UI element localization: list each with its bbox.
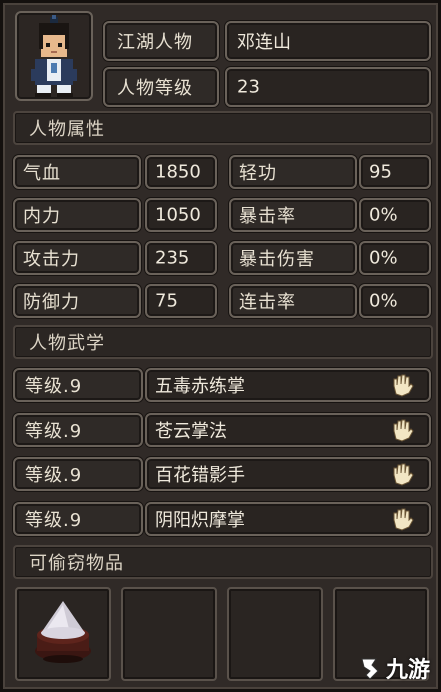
- level-label-box: 人物等级: [103, 67, 219, 107]
- attr-label-crit-rate: 暴击率: [239, 206, 296, 227]
- attr-label-inner-power: 内力: [23, 206, 61, 227]
- skill-row[interactable]: 阴阳炽摩掌: [145, 502, 431, 536]
- skill-name: 百花错影手: [155, 465, 245, 486]
- attr-label-box: 内力: [13, 198, 141, 232]
- character-avatar: [15, 11, 93, 101]
- attr-value-box: 0%: [359, 198, 431, 232]
- attr-label-crit-damage: 暴击伤害: [239, 249, 315, 270]
- attr-value-box: 75: [145, 284, 217, 318]
- attr-label-defense: 防御力: [23, 292, 80, 313]
- skill-level-box: 等级.9: [13, 457, 143, 491]
- attr-label-box: 气血: [13, 155, 141, 189]
- martial-section-title: 人物武学: [29, 333, 105, 354]
- attributes-section-header: 人物属性: [13, 111, 433, 145]
- steal-section-header: 可偷窃物品: [13, 545, 433, 579]
- attr-label-box: 连击率: [229, 284, 357, 318]
- attr-value-box: 0%: [359, 241, 431, 275]
- attr-label-box: 防御力: [13, 284, 141, 318]
- palm-icon: [393, 508, 414, 531]
- palm-icon: [393, 463, 414, 486]
- character-portrait-icon: [31, 15, 77, 97]
- attr-value-box: 235: [145, 241, 217, 275]
- skill-row[interactable]: 苍云掌法: [145, 413, 431, 447]
- attr-value-inner-power: 1050: [155, 204, 201, 226]
- attr-value-box: 95: [359, 155, 431, 189]
- attr-value-attack: 235: [155, 247, 190, 269]
- attr-label-hp: 气血: [23, 163, 61, 184]
- attr-value-crit-rate: 0%: [369, 204, 398, 226]
- attr-label-agility: 轻功: [239, 163, 277, 184]
- skill-name: 苍云掌法: [155, 421, 227, 442]
- skill-name: 阴阳炽摩掌: [155, 510, 245, 531]
- jiuyou-logo-icon: [361, 658, 379, 680]
- martial-section-header: 人物武学: [13, 325, 433, 359]
- steal-item-slot[interactable]: [15, 587, 111, 681]
- level-label: 人物等级: [117, 78, 193, 99]
- skill-level-box: 等级.9: [13, 502, 143, 536]
- skill-row[interactable]: 百花错影手: [145, 457, 431, 491]
- attr-label-box: 轻功: [229, 155, 357, 189]
- skill-row[interactable]: 五毒赤练掌: [145, 368, 431, 402]
- attr-label-combo-rate: 连击率: [239, 292, 296, 313]
- name-label-box: 江湖人物: [103, 21, 219, 61]
- skill-level: 等级.9: [25, 465, 83, 486]
- attr-label-box: 暴击伤害: [229, 241, 357, 275]
- skill-level-box: 等级.9: [13, 413, 143, 447]
- attr-value-crit-damage: 0%: [369, 247, 398, 269]
- skill-level: 等级.9: [25, 510, 83, 531]
- character-info-panel: 江湖人物 邓连山 人物等级 23 人物属性 气血 1850 轻功 95 内力 1…: [0, 0, 441, 692]
- level-value-box: 23: [225, 67, 431, 107]
- name-label: 江湖人物: [117, 32, 193, 53]
- attr-label-box: 暴击率: [229, 198, 357, 232]
- character-level: 23: [237, 76, 260, 98]
- watermark-text: 九游: [385, 658, 430, 683]
- skill-name: 五毒赤练掌: [155, 376, 245, 397]
- watermark: 九游: [356, 653, 430, 683]
- attributes-section-title: 人物属性: [29, 119, 105, 140]
- attr-value-box: 1050: [145, 198, 217, 232]
- steal-item-slot[interactable]: [121, 587, 217, 681]
- attr-label-box: 攻击力: [13, 241, 141, 275]
- steal-item-slot[interactable]: [227, 587, 323, 681]
- skill-level: 等级.9: [25, 376, 83, 397]
- skill-level-box: 等级.9: [13, 368, 143, 402]
- steal-section-title: 可偷窃物品: [29, 553, 124, 574]
- palm-icon: [393, 419, 414, 442]
- attr-value-box: 1850: [145, 155, 217, 189]
- attr-value-box: 0%: [359, 284, 431, 318]
- attr-value-hp: 1850: [155, 161, 201, 183]
- skill-level: 等级.9: [25, 421, 83, 442]
- attr-value-agility: 95: [369, 161, 392, 183]
- salt-bowl-icon: [35, 601, 91, 663]
- palm-icon: [393, 374, 414, 397]
- attr-value-combo-rate: 0%: [369, 290, 398, 312]
- attr-label-attack: 攻击力: [23, 249, 80, 270]
- character-name: 邓连山: [237, 32, 291, 53]
- name-value-box: 邓连山: [225, 21, 431, 61]
- attr-value-defense: 75: [155, 290, 178, 312]
